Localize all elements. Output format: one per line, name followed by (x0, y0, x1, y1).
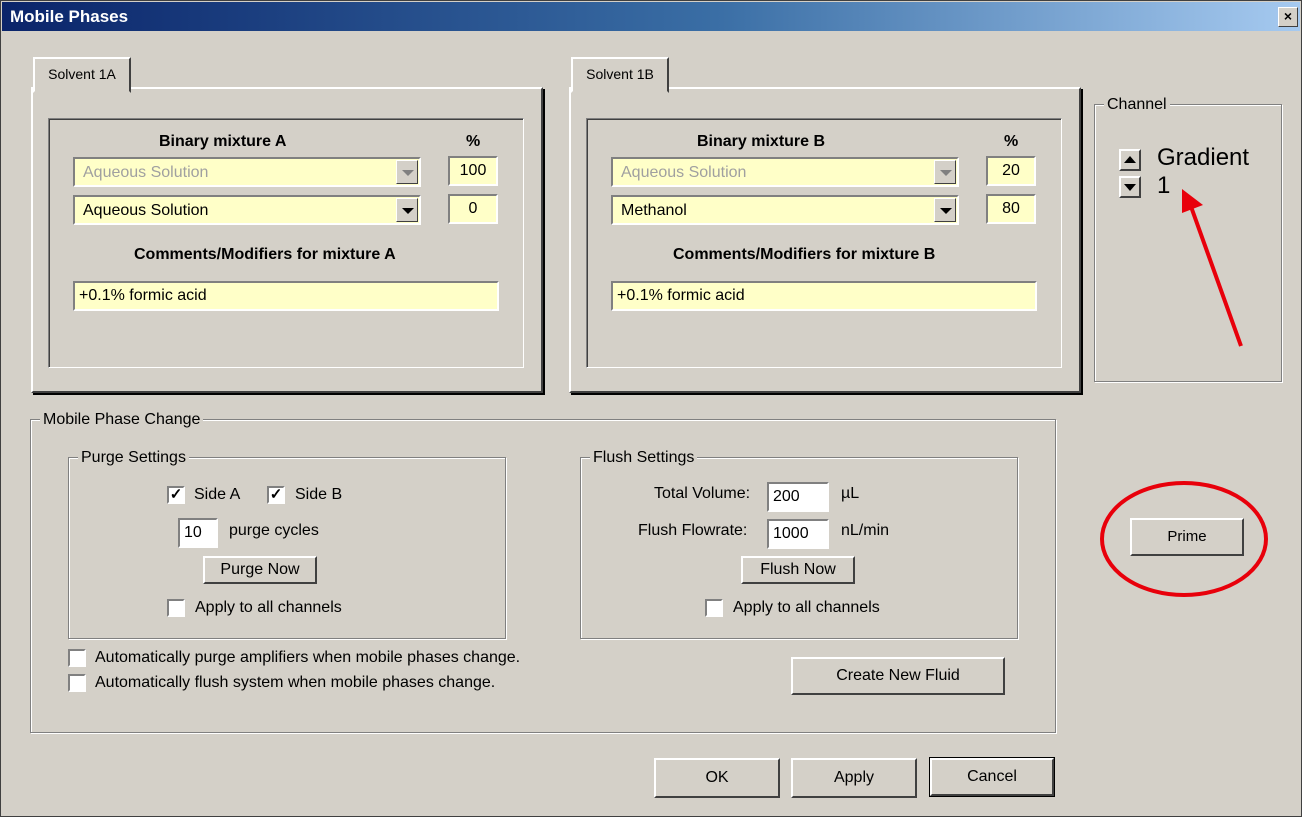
purge-now-button[interactable]: Purge Now (203, 556, 317, 584)
side-b-label: Side B (295, 486, 343, 503)
tab-solvent-1a[interactable]: Solvent 1A (33, 57, 131, 93)
flush-apply-all-checkbox[interactable] (705, 599, 723, 617)
mixture-b-heading: Binary mixture B (697, 133, 826, 150)
mixture-b-pct2-input[interactable]: 80 (986, 194, 1036, 224)
select-value: Methanol (621, 202, 687, 219)
channel-name: Gradient (1157, 144, 1250, 171)
flush-flowrate-unit: nL/min (841, 522, 890, 539)
mixture-a-heading: Binary mixture A (159, 133, 287, 150)
auto-flush-checkbox[interactable] (68, 674, 86, 692)
auto-purge-checkbox[interactable] (68, 649, 86, 667)
chevron-down-icon[interactable] (934, 198, 956, 222)
chevron-down-icon[interactable] (934, 160, 956, 184)
tab-label: Solvent 1A (48, 66, 116, 82)
channel-label: Channel (1104, 96, 1170, 114)
tab-label: Solvent 1B (586, 66, 654, 82)
flush-flowrate-input[interactable]: 1000 (767, 519, 829, 549)
flush-now-button[interactable]: Flush Now (741, 556, 855, 584)
total-volume-unit: µL (841, 485, 860, 502)
purge-cycles-label: purge cycles (229, 522, 319, 539)
channel-down-icon[interactable] (1119, 176, 1141, 198)
mixture-b-comments-label: Comments/Modifiers for mixture B (673, 246, 936, 263)
side-b-checkbox[interactable]: ✓ (267, 486, 285, 504)
title-bar[interactable]: Mobile Phases × (2, 2, 1300, 31)
mixture-a-pct1-input[interactable]: 100 (448, 156, 498, 186)
mixture-b-pct1-input[interactable]: 20 (986, 156, 1036, 186)
total-volume-input[interactable]: 200 (767, 482, 829, 512)
mobile-phase-change-label: Mobile Phase Change (40, 411, 204, 429)
flush-apply-all-label: Apply to all channels (733, 599, 880, 616)
mixture-a-solvent2-select[interactable]: Aqueous Solution (73, 195, 421, 225)
select-value: Aqueous Solution (83, 164, 209, 181)
purge-apply-all-label: Apply to all channels (195, 599, 342, 616)
purge-settings-label: Purge Settings (78, 449, 189, 467)
chevron-down-icon[interactable] (396, 198, 418, 222)
mixture-a-comments-input[interactable]: +0.1% formic acid (73, 281, 499, 311)
mixture-b-solvent2-select[interactable]: Methanol (611, 195, 959, 225)
create-new-fluid-button[interactable]: Create New Fluid (791, 657, 1005, 695)
select-value: Aqueous Solution (83, 202, 209, 219)
prime-button[interactable]: Prime (1130, 518, 1244, 556)
window-title: Mobile Phases (10, 7, 129, 26)
side-a-checkbox[interactable]: ✓ (167, 486, 185, 504)
mixture-b-solvent1-select[interactable]: Aqueous Solution (611, 157, 959, 187)
purge-apply-all-checkbox[interactable] (167, 599, 185, 617)
side-a-label: Side A (194, 486, 241, 503)
mixture-b-comments-input[interactable]: +0.1% formic acid (611, 281, 1037, 311)
purge-cycles-input[interactable]: 10 (178, 518, 218, 548)
chevron-down-icon[interactable] (396, 160, 418, 184)
flush-flowrate-label: Flush Flowrate: (638, 522, 748, 539)
channel-up-icon[interactable] (1119, 149, 1141, 171)
total-volume-label: Total Volume: (654, 485, 751, 502)
apply-button[interactable]: Apply (791, 758, 917, 798)
auto-flush-label: Automatically flush system when mobile p… (95, 674, 496, 691)
mixture-a-pct2-input[interactable]: 0 (448, 194, 498, 224)
mobile-phases-dialog: Mobile Phases × Solvent 1A Binary mixtur… (0, 0, 1302, 817)
flush-settings-label: Flush Settings (590, 449, 698, 467)
ok-button[interactable]: OK (654, 758, 780, 798)
close-button[interactable]: × (1278, 7, 1298, 27)
mixture-b-pct-heading: % (1004, 133, 1019, 150)
cancel-button[interactable]: Cancel (929, 757, 1055, 797)
mixture-a-comments-label: Comments/Modifiers for mixture A (134, 246, 396, 263)
channel-number: 1 (1157, 172, 1171, 199)
auto-purge-label: Automatically purge amplifiers when mobi… (95, 649, 521, 666)
tab-solvent-1b[interactable]: Solvent 1B (571, 57, 669, 93)
mixture-a-solvent1-select[interactable]: Aqueous Solution (73, 157, 421, 187)
mixture-a-pct-heading: % (466, 133, 481, 150)
select-value: Aqueous Solution (621, 164, 747, 181)
